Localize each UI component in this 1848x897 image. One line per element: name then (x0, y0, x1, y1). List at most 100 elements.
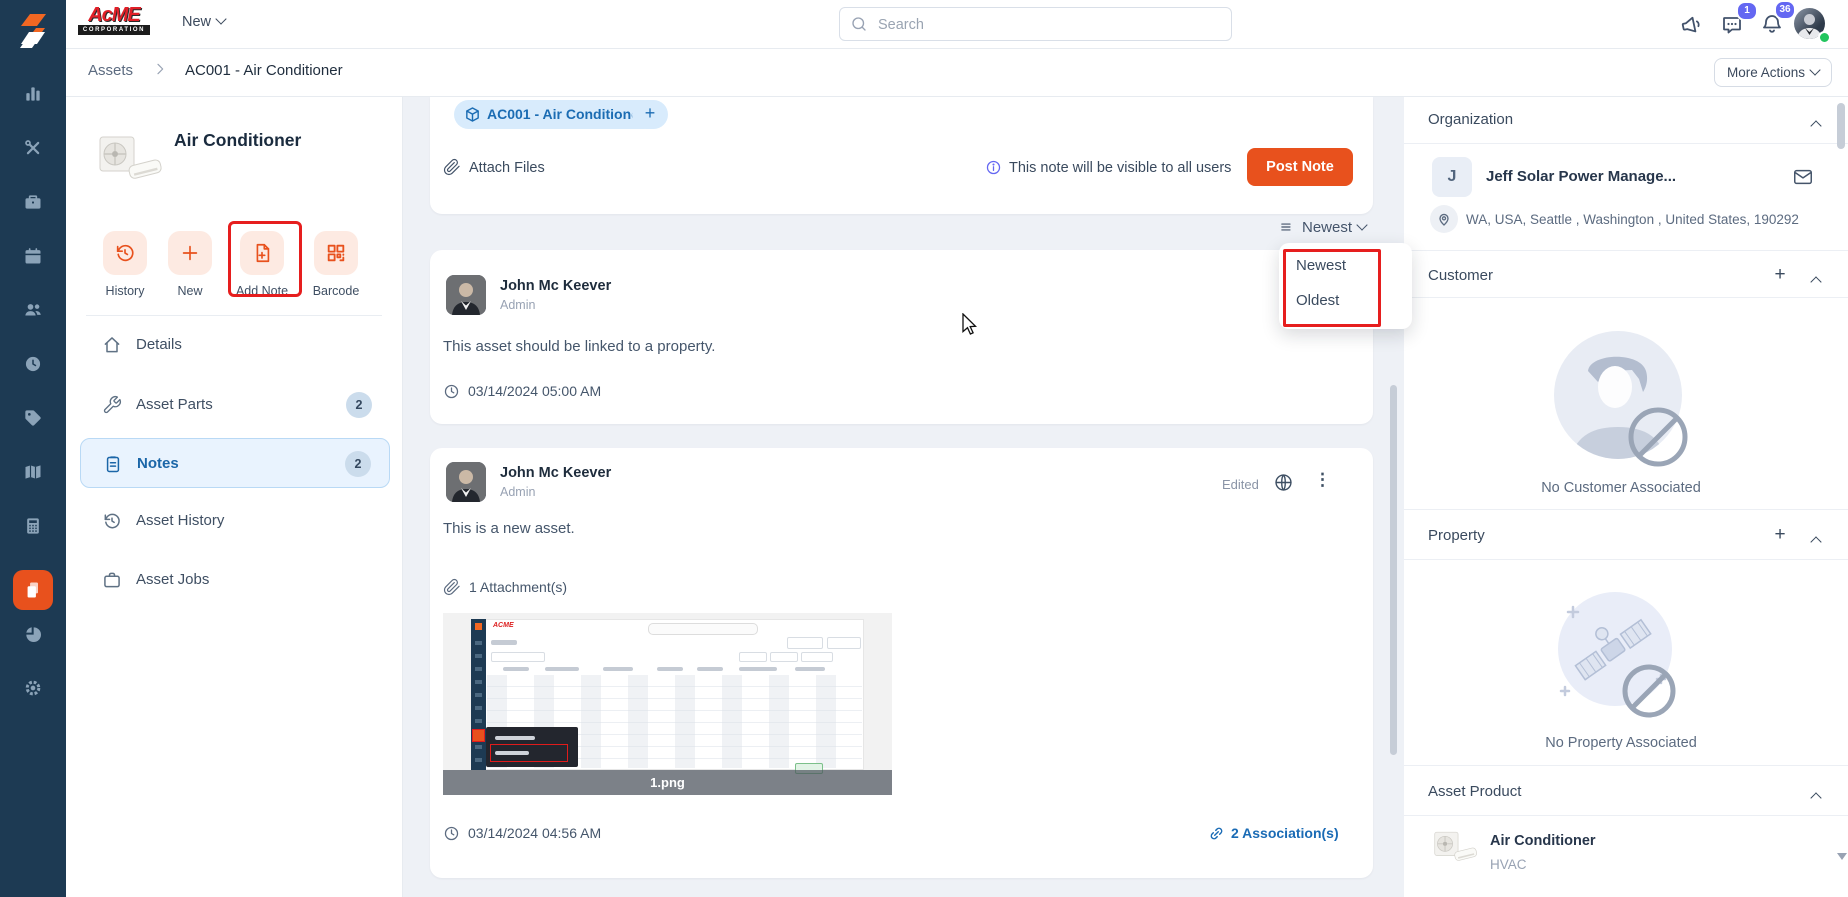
attachments-label: 1 Attachment(s) (443, 578, 567, 596)
collapse-organization-icon[interactable] (1806, 115, 1822, 132)
asset-product-name[interactable]: Air Conditioner (1490, 833, 1596, 849)
mini-screenshot-bar (795, 667, 825, 671)
link-icon (1210, 827, 1223, 840)
mini-screenshot-bar (697, 667, 723, 671)
settings-icon[interactable] (23, 678, 43, 698)
sort-lines-icon (1281, 223, 1291, 231)
note-composer-card: AC001 - Air Conditioner + Attach Files T… (430, 97, 1373, 214)
mini-screenshot-pill (801, 652, 833, 662)
chevron-down-icon (1356, 219, 1368, 231)
app-window: AcME CORPORATION New 1 36 Assets AC001 -… (0, 0, 1848, 897)
chevron-down-icon (215, 13, 227, 25)
property-section-title: Property (1428, 527, 1485, 544)
panel-scrollbar-thumb[interactable] (1837, 103, 1845, 149)
mini-screenshot-pill (787, 637, 823, 649)
users-icon[interactable] (23, 300, 43, 320)
add-property-button[interactable]: + (1770, 525, 1790, 545)
collapse-customer-icon[interactable] (1806, 271, 1822, 288)
attachment-preview[interactable]: ACME 1.png (443, 613, 892, 795)
collapse-asset-product-icon[interactable] (1806, 787, 1822, 804)
search-input[interactable] (876, 8, 1220, 42)
collapse-property-icon[interactable] (1806, 531, 1822, 548)
dashboard-icon[interactable] (23, 84, 43, 104)
location-pin-icon (1430, 205, 1458, 233)
messages-button[interactable]: 1 (1718, 0, 1758, 48)
mini-screenshot-search (648, 623, 758, 635)
new-menu-button[interactable]: New (182, 13, 227, 30)
company-logo-subtext: CORPORATION (78, 25, 150, 35)
history-icon (103, 231, 147, 275)
barcode-button[interactable]: Barcode (304, 227, 368, 298)
note-visibility-text: This note will be visible to all users (985, 159, 1231, 176)
add-note-button[interactable]: Add Note (230, 227, 294, 298)
plus-icon (168, 231, 212, 275)
mini-screenshot-bar (603, 667, 633, 671)
history-icon (104, 513, 120, 529)
sidebar-item-details[interactable]: Details (80, 321, 390, 369)
post-note-button[interactable]: Post Note (1247, 148, 1353, 186)
sidebar-item-asset-parts[interactable]: Asset Parts 2 (80, 381, 390, 429)
calendar-icon[interactable] (23, 246, 43, 266)
sort-option-oldest[interactable]: Oldest (1296, 292, 1339, 309)
organization-section-title: Organization (1428, 111, 1514, 128)
globe-icon[interactable] (1273, 472, 1294, 493)
map-icon[interactable] (23, 462, 43, 482)
asset-side-panel: Air Conditioner History New Add Note Bar… (66, 97, 403, 897)
qr-code-icon (314, 231, 358, 275)
mini-screenshot-pill (491, 652, 545, 662)
organization-avatar: J (1432, 157, 1472, 197)
scrollbar-down-arrow[interactable] (1837, 853, 1847, 860)
no-customer-text: No Customer Associated (1541, 480, 1701, 496)
note-text: This is a new asset. (443, 520, 575, 537)
divider (1404, 559, 1848, 560)
breadcrumb-assets[interactable]: Assets (88, 62, 133, 79)
envelope-icon[interactable] (1792, 166, 1814, 188)
tools-icon[interactable] (23, 138, 43, 158)
notifications-button[interactable]: 36 (1758, 0, 1796, 48)
note-author-avatar (446, 462, 486, 502)
notifications-badge: 36 (1774, 0, 1796, 20)
cube-icon (466, 107, 479, 122)
search-icon (852, 17, 866, 31)
sort-dropdown-menu: Newest Oldest (1279, 243, 1412, 329)
sidebar-item-asset-jobs[interactable]: Asset Jobs (80, 556, 390, 604)
clock-icon[interactable] (23, 354, 43, 374)
note-options-menu-icon[interactable]: ⋮ (1314, 470, 1331, 490)
note-author-avatar (446, 275, 486, 315)
notes-count-badge: 2 (345, 451, 371, 477)
sort-control[interactable]: Newest (1279, 219, 1368, 236)
sort-option-newest[interactable]: Newest (1296, 257, 1346, 274)
documents-icon-active[interactable] (13, 570, 53, 610)
add-association-button[interactable]: + (632, 100, 668, 129)
briefcase-icon[interactable] (23, 192, 43, 212)
main-scrollbar-thumb[interactable] (1390, 385, 1397, 755)
note-author-name: John Mc Keever (500, 465, 612, 481)
asset-title: Air Conditioner (174, 130, 302, 150)
mini-screenshot-sidebar (471, 619, 486, 770)
announcements-icon[interactable] (1680, 13, 1704, 37)
associations-link[interactable]: 2 Association(s) (1208, 825, 1339, 842)
sidebar-item-notes[interactable]: Notes 2 (80, 438, 390, 488)
association-tag-chip[interactable]: AC001 - Air Conditioner (454, 100, 659, 129)
breadcrumb-bar: Assets AC001 - Air Conditioner More Acti… (66, 48, 1848, 97)
chevron-down-icon (1809, 64, 1821, 76)
mini-screenshot-bar (739, 667, 777, 671)
add-customer-button[interactable]: + (1770, 265, 1790, 285)
attach-files-button[interactable]: Attach Files (443, 158, 545, 176)
new-button[interactable]: New (158, 227, 222, 298)
organization-name: Jeff Solar Power Manage... (1486, 168, 1677, 185)
calculator-icon[interactable] (23, 516, 43, 536)
note-card: John Mc Keever Admin Edited ⋮ This is a … (430, 448, 1373, 878)
sidebar-item-asset-history[interactable]: Asset History (80, 497, 390, 545)
online-status-dot (1818, 31, 1831, 44)
edited-label: Edited (1222, 477, 1259, 492)
mini-screenshot-bar (491, 640, 517, 645)
history-button[interactable]: History (93, 227, 157, 298)
more-actions-button[interactable]: More Actions (1714, 58, 1833, 87)
company-logo[interactable]: AcME CORPORATION (78, 5, 150, 35)
divider (1404, 509, 1848, 510)
pie-chart-icon[interactable] (23, 624, 43, 644)
no-property-illustration (1558, 592, 1676, 718)
app-logo-icon[interactable] (14, 12, 52, 54)
tag-icon[interactable] (23, 408, 43, 428)
